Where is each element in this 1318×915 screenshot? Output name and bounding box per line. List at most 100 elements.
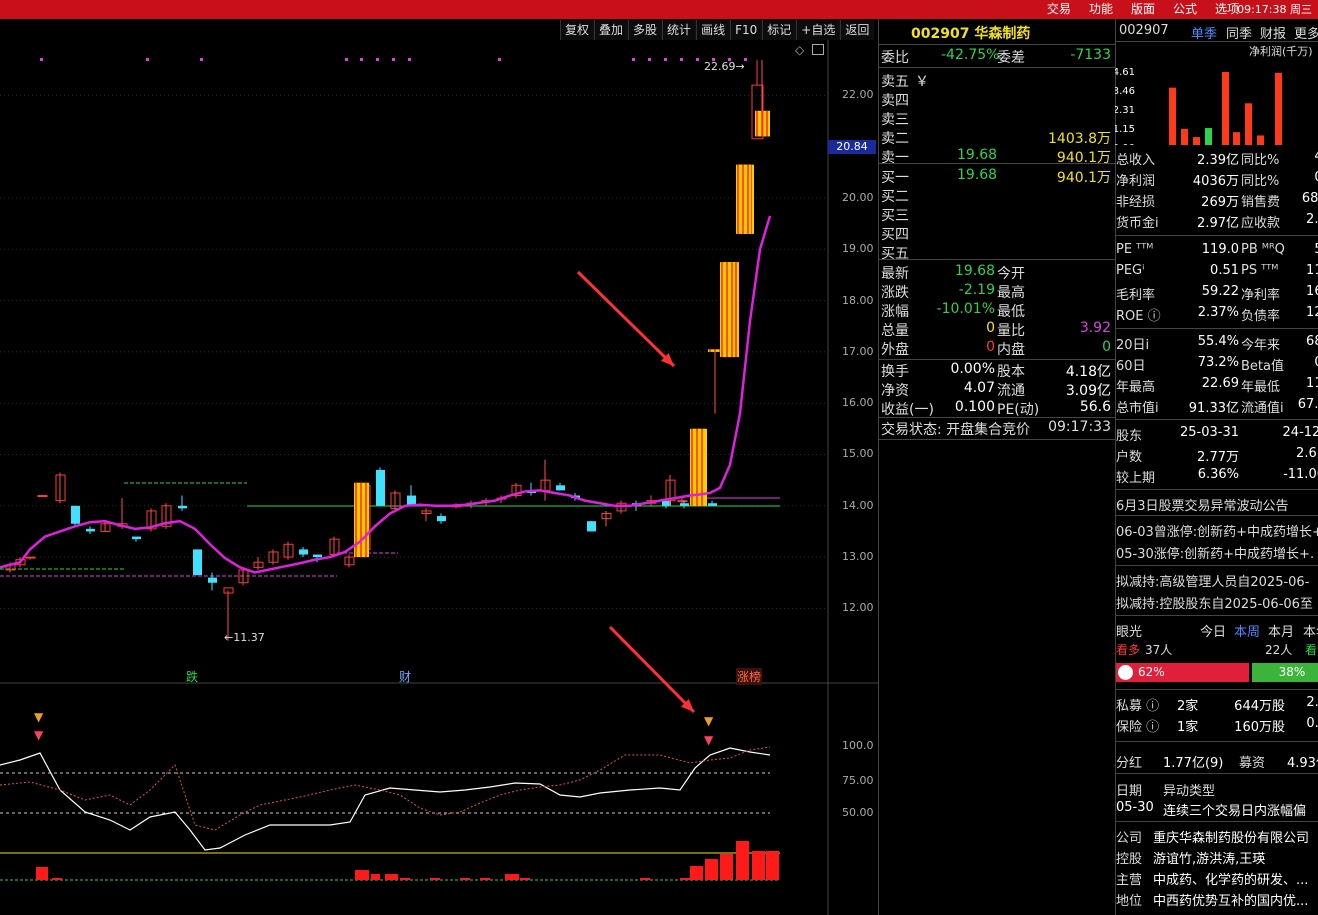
fin-y-tick: 4.61 bbox=[1115, 67, 1135, 78]
fin-value: 2.37% bbox=[1197, 305, 1239, 320]
fin-label: ROE ⓘ bbox=[1116, 309, 1161, 324]
news-item[interactable]: 6月3日股票交易异常波动公告 bbox=[1116, 495, 1289, 514]
top-menu-bar: 交易 功能 版面 公式 选项 09:17:38 周三 bbox=[0, 0, 1318, 19]
yanguang-tab[interactable]: 今日 bbox=[1200, 621, 1226, 640]
toolbar-multi-button[interactable]: 多股 bbox=[628, 20, 663, 40]
news-item[interactable]: 06-03曾涨停:创新药+中成药增长+. bbox=[1116, 521, 1318, 540]
stat-label: 内盘 bbox=[997, 342, 1025, 358]
signal-dot bbox=[376, 58, 379, 61]
stat-label: 股本 bbox=[997, 364, 1025, 380]
volume-bar bbox=[36, 867, 48, 880]
stat-value: 56.6 bbox=[1079, 399, 1111, 415]
stat-label: 今开 bbox=[997, 266, 1025, 282]
inst-shares: 644万股 bbox=[1234, 699, 1285, 714]
fin-label: 同比% bbox=[1241, 174, 1280, 189]
price-tick: 20.00 bbox=[842, 190, 874, 204]
trade-status: 交易状态: 开盘集合竞价 bbox=[881, 422, 1031, 438]
toolbar-back-button[interactable]: 返回 bbox=[840, 20, 875, 40]
weibi-value: -42.75% bbox=[941, 47, 1000, 63]
fin-value: 12.9 bbox=[1306, 305, 1318, 320]
kline-chart[interactable] bbox=[0, 40, 878, 915]
candle-body bbox=[86, 528, 95, 532]
holder-value: 25-03-31 bbox=[1179, 425, 1239, 440]
price-tick: 17.00 bbox=[842, 344, 874, 358]
toolbar-add-watch-button[interactable]: +自选 bbox=[796, 20, 841, 40]
fin-value: 119.0 bbox=[1201, 242, 1239, 257]
stat-label: 净资 bbox=[881, 383, 909, 399]
fin-label: 年最高 bbox=[1116, 380, 1156, 395]
yanguang-tab[interactable]: 本年 bbox=[1303, 621, 1318, 640]
inst-label: 保险 ⓘ bbox=[1116, 720, 1160, 735]
tab-same-quarter[interactable]: 同季 bbox=[1226, 23, 1252, 42]
annotation-arrow bbox=[608, 625, 696, 714]
fin-label: 20日i bbox=[1116, 338, 1150, 353]
price-tick: 22.00 bbox=[842, 88, 874, 102]
inst-pct: 2.1 bbox=[1306, 695, 1318, 710]
menu-function[interactable]: 功能 bbox=[1080, 0, 1122, 19]
volume-bar bbox=[705, 859, 718, 880]
bid-volume: 940.1万 bbox=[1056, 170, 1111, 186]
toolbar-overlay-button[interactable]: 叠加 bbox=[594, 20, 629, 40]
event-tag-cai[interactable]: 财 bbox=[399, 668, 411, 685]
candle-body bbox=[313, 554, 322, 558]
yanguang-tab[interactable]: 本周 bbox=[1234, 621, 1260, 640]
bull-bar[interactable]: 62% bbox=[1116, 663, 1249, 682]
fin-label: 60日 bbox=[1116, 359, 1146, 374]
bear-bar[interactable]: 38% bbox=[1252, 663, 1318, 682]
fin-label: 货币金i bbox=[1116, 216, 1159, 231]
toolbar-draw-button[interactable]: 画线 bbox=[696, 20, 731, 40]
fin-value: 4.6 bbox=[1285, 149, 1318, 164]
toolbar-f10-button[interactable]: F10 bbox=[730, 20, 763, 40]
news-item[interactable]: 拟减持:控股股东自2025-06-06至 bbox=[1116, 593, 1313, 612]
menu-formula[interactable]: 公式 bbox=[1164, 0, 1206, 19]
fin-value: 68.9 bbox=[1306, 334, 1318, 349]
mouzi-value: 4.93亿( bbox=[1287, 756, 1318, 771]
tab-single-quarter[interactable]: 单季 bbox=[1191, 23, 1217, 42]
stat-label: 涨幅 bbox=[881, 304, 909, 320]
bid-label: 买二 bbox=[881, 189, 909, 205]
volume-bar bbox=[480, 878, 490, 880]
volume-bar bbox=[640, 878, 650, 880]
tab-report[interactable]: 财报 bbox=[1260, 23, 1286, 42]
candle-body bbox=[437, 516, 446, 522]
menu-layout[interactable]: 版面 bbox=[1122, 0, 1164, 19]
signal-dot bbox=[408, 58, 411, 61]
yanguang-tab[interactable]: 本月 bbox=[1268, 621, 1294, 640]
gem-icon: ▼ bbox=[34, 710, 44, 724]
stat-value: 4.18亿 bbox=[1065, 364, 1111, 380]
menu-trade[interactable]: 交易 bbox=[1038, 0, 1080, 19]
candle-body bbox=[71, 505, 80, 524]
divider bbox=[1115, 565, 1318, 566]
ask-price: 19.68 bbox=[957, 147, 998, 163]
fin-label: 净利润 bbox=[1116, 174, 1156, 189]
divider bbox=[1115, 741, 1318, 742]
event-tag-die[interactable]: 跌 bbox=[186, 668, 198, 685]
diamond-icon[interactable]: ◇ bbox=[795, 43, 804, 57]
stat-value: -10.01% bbox=[936, 301, 995, 317]
fin-label: 应收款 bbox=[1241, 216, 1281, 231]
toolbar-stats-button[interactable]: 统计 bbox=[662, 20, 697, 40]
toolbar-mark-button[interactable]: 标记 bbox=[762, 20, 797, 40]
indicator-tick: 100.0 bbox=[842, 739, 874, 752]
stat-value: 0 bbox=[986, 320, 995, 336]
stat-label: 最高 bbox=[997, 285, 1025, 301]
news-item[interactable]: 05-30涨停:创新药+中成药增长+. bbox=[1116, 543, 1314, 562]
fin-y-tick: 1.15 bbox=[1115, 124, 1135, 135]
yidong-type[interactable]: 连续三个交易日内涨幅偏 bbox=[1163, 800, 1306, 819]
fin-label: 年最低 bbox=[1241, 380, 1281, 395]
divider bbox=[1115, 615, 1318, 616]
toolbar-fuquan-button[interactable]: 复权 bbox=[560, 20, 595, 40]
holder-value: 2.61 bbox=[1296, 446, 1318, 461]
volume-bar bbox=[520, 878, 530, 880]
divider bbox=[1115, 489, 1318, 490]
fin-label: PB ᴹᴿQ bbox=[1241, 242, 1285, 257]
profit-bar bbox=[1193, 137, 1200, 145]
stat-label: 收益(一) bbox=[881, 402, 934, 418]
stat-value: 19.68 bbox=[954, 263, 995, 279]
news-item[interactable]: 拟减持:高级管理人员自2025-06- bbox=[1116, 571, 1309, 590]
event-tag-zhangbang[interactable]: 涨榜 bbox=[736, 668, 763, 685]
company-label: 地位 bbox=[1116, 894, 1143, 909]
window-toggle-icon[interactable] bbox=[812, 44, 824, 55]
inst-count: 2家 bbox=[1177, 699, 1199, 714]
tab-more[interactable]: 更多 bbox=[1294, 23, 1318, 42]
